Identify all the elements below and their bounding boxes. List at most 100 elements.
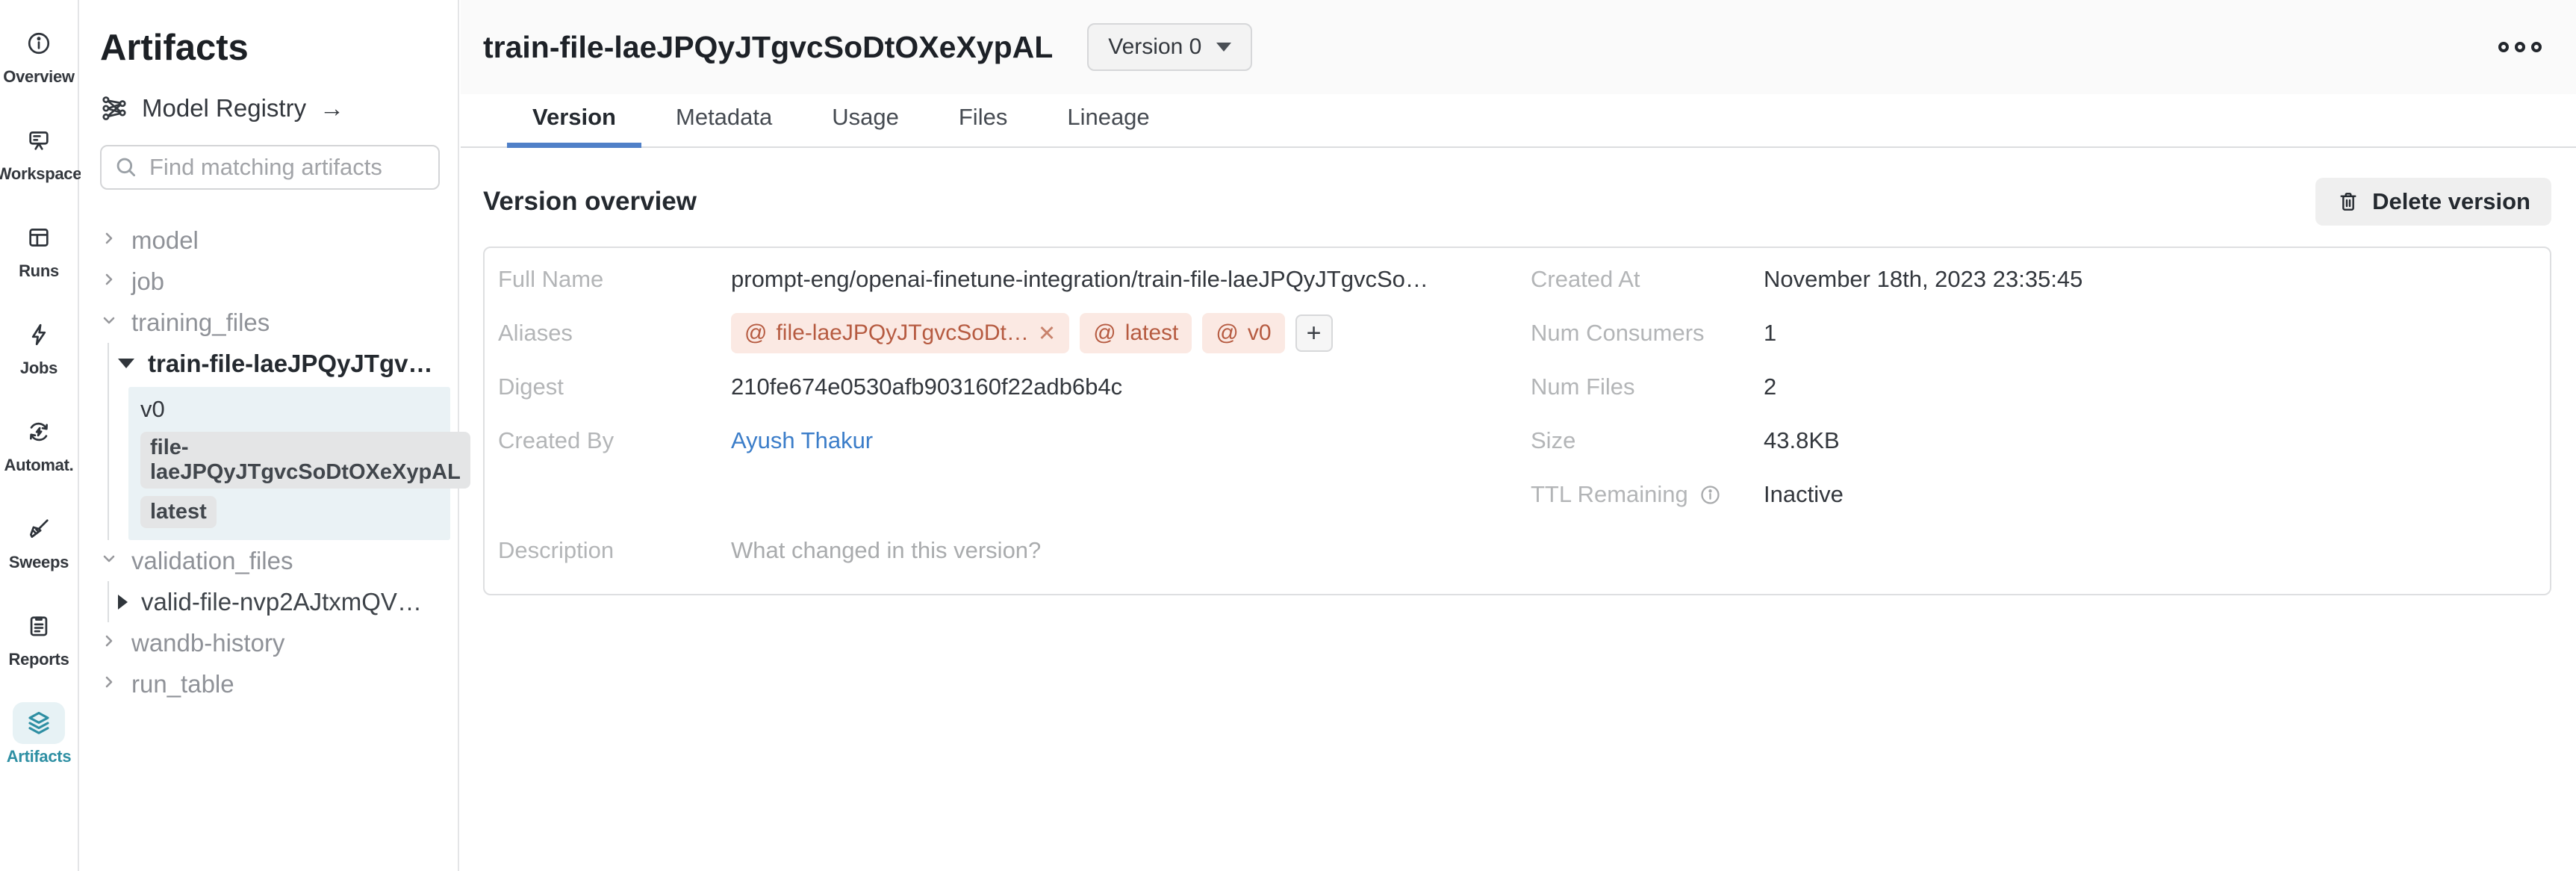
nav-item-overview[interactable]: Overview [0, 22, 78, 87]
version-overview-card: Full Name prompt-eng/openai-finetune-int… [483, 247, 2551, 595]
sidebar-title: Artifacts [100, 27, 440, 69]
tree-item-train-file[interactable]: train-file-laeJPQyJTgv… [118, 343, 440, 384]
created-at-value: November 18th, 2023 23:35:45 [1764, 266, 2082, 293]
nav-label: Automat. [4, 456, 74, 475]
full-name-value: prompt-eng/openai-finetune-integration/t… [731, 266, 1428, 293]
nav-label: Sweeps [9, 553, 69, 572]
nav-item-runs[interactable]: Runs [0, 217, 78, 281]
field-digest: Digest 210fe674e0530afb903160f22adb6b4c [485, 360, 1517, 414]
delete-version-label: Delete version [2372, 188, 2530, 215]
field-aliases: Aliases @ file-laeJPQyJTgvcSoDt… ✕ @ lat… [485, 306, 1517, 360]
nav-item-artifacts[interactable]: Artifacts [0, 702, 78, 766]
trash-icon [2336, 190, 2360, 214]
page-title: train-file-laeJPQyJTgvcSoDtOXeXypAL [483, 30, 1053, 65]
field-description: Description What changed in this version… [485, 524, 1517, 577]
model-registry-link[interactable]: Model Registry → [100, 94, 440, 123]
alias-text: file-laeJPQyJTgvcSoDt… [776, 320, 1028, 346]
reports-icon [13, 605, 65, 647]
runs-icon [13, 217, 65, 258]
chevron-right-icon [100, 632, 118, 654]
delete-version-button[interactable]: Delete version [2315, 178, 2551, 226]
version-dropdown[interactable]: Version 0 [1087, 23, 1252, 71]
nav-item-jobs[interactable]: Jobs [0, 314, 78, 378]
nav-item-sweeps[interactable]: Sweeps [0, 508, 78, 572]
num-files-value: 2 [1764, 373, 1776, 400]
created-by-link[interactable]: Ayush Thakur [731, 427, 873, 454]
chevron-right-icon [100, 229, 118, 251]
artifact-header: train-file-laeJPQyJTgvcSoDtOXeXypAL Vers… [461, 0, 2576, 94]
search-input[interactable] [149, 154, 426, 181]
nav-label: Runs [19, 261, 59, 281]
chevron-right-icon [100, 673, 118, 695]
version-tab-content: Version overview Delete version Full Nam… [461, 178, 2576, 595]
main-panel: train-file-laeJPQyJTgvcSoDtOXeXypAL Vers… [461, 0, 2576, 871]
version-tag: file-laeJPQyJTgvcSoDtOXeXypAL [140, 432, 470, 489]
alias-pill[interactable]: @ latest [1080, 313, 1192, 353]
info-icon [13, 22, 65, 64]
field-created-by: Created By Ayush Thakur [485, 414, 1517, 468]
nav-item-workspace[interactable]: Workspace [0, 120, 78, 184]
artifacts-icon [13, 702, 65, 744]
tree-item-run-table[interactable]: run_table [100, 663, 440, 704]
selected-version-v0[interactable]: v0 file-laeJPQyJTgvcSoDtOXeXypAL latest [128, 387, 450, 540]
chevron-down-icon [100, 550, 118, 571]
artifacts-sidebar: Artifacts Model Registry → model [81, 0, 459, 871]
field-num-consumers: Num Consumers 1 [1517, 306, 2550, 360]
artifact-search-box[interactable] [100, 145, 440, 190]
validation-files-children: valid-file-nvp2AJtxmQV… [108, 581, 440, 622]
tab-usage[interactable]: Usage [806, 104, 924, 146]
at-symbol-icon: @ [1216, 320, 1238, 346]
field-created-at: Created At November 18th, 2023 23:35:45 [1517, 252, 2550, 306]
nav-item-automations[interactable]: Automat. [0, 411, 78, 475]
tree-item-wandb-history[interactable]: wandb-history [100, 622, 440, 663]
tab-lineage[interactable]: Lineage [1042, 104, 1175, 146]
model-registry-icon [100, 94, 128, 123]
jobs-icon [13, 314, 65, 356]
artifact-tabs: Version Metadata Usage Files Lineage [461, 94, 2576, 148]
tree-item-model[interactable]: model [100, 220, 440, 261]
digest-value: 210fe674e0530afb903160f22adb6b4c [731, 373, 1122, 400]
alias-pill[interactable]: @ v0 [1202, 313, 1284, 353]
arrow-right-icon: → [320, 94, 344, 123]
tree-item-valid-file[interactable]: valid-file-nvp2AJtxmQV… [118, 581, 440, 622]
triangle-right-icon [118, 595, 128, 610]
ttl-value: Inactive [1764, 481, 1844, 508]
tree-item-validation-files[interactable]: validation_files [100, 540, 440, 581]
size-value: 43.8KB [1764, 427, 1840, 454]
model-registry-label: Model Registry [142, 94, 306, 123]
add-alias-button[interactable]: + [1295, 314, 1333, 352]
version-tags: file-laeJPQyJTgvcSoDtOXeXypAL latest [140, 432, 438, 528]
field-size: Size 43.8KB [1517, 414, 2550, 468]
alias-text: v0 [1248, 320, 1272, 346]
caret-down-icon [1216, 43, 1231, 52]
nav-item-reports[interactable]: Reports [0, 605, 78, 669]
overflow-menu-icon[interactable] [2498, 42, 2542, 52]
description-input[interactable]: What changed in this version? [731, 537, 1041, 564]
num-consumers-value: 1 [1764, 320, 1776, 347]
tab-version[interactable]: Version [507, 104, 641, 146]
tree-item-job[interactable]: job [100, 261, 440, 302]
version-tag: latest [140, 496, 217, 528]
nav-label: Workspace [0, 164, 81, 184]
remove-alias-icon[interactable]: ✕ [1038, 320, 1056, 347]
field-full-name: Full Name prompt-eng/openai-finetune-int… [485, 252, 1517, 306]
tab-metadata[interactable]: Metadata [650, 104, 797, 146]
field-ttl-remaining: TTL Remaining Inactive [1517, 468, 2550, 521]
alias-pill[interactable]: @ file-laeJPQyJTgvcSoDt… ✕ [731, 313, 1069, 353]
nav-label: Reports [8, 650, 69, 669]
chevron-right-icon [100, 270, 118, 292]
tab-files[interactable]: Files [933, 104, 1033, 146]
section-title: Version overview [483, 187, 697, 217]
info-icon[interactable] [1699, 483, 1722, 506]
triangle-down-icon [118, 359, 134, 368]
nav-label: Artifacts [7, 747, 72, 766]
artifact-tree: model job training_files train-file-laeJ… [100, 220, 440, 704]
alias-list: @ file-laeJPQyJTgvcSoDt… ✕ @ latest @ v0 [731, 313, 1333, 353]
left-nav-rail: Overview Workspace Runs Jobs [0, 0, 79, 871]
field-num-files: Num Files 2 [1517, 360, 2550, 414]
tree-item-training-files[interactable]: training_files [100, 302, 440, 343]
at-symbol-icon: @ [1093, 320, 1116, 346]
automations-icon [13, 411, 65, 453]
training-files-children: train-file-laeJPQyJTgv… v0 file-laeJPQyJ… [108, 343, 440, 540]
alias-text: latest [1125, 320, 1179, 346]
